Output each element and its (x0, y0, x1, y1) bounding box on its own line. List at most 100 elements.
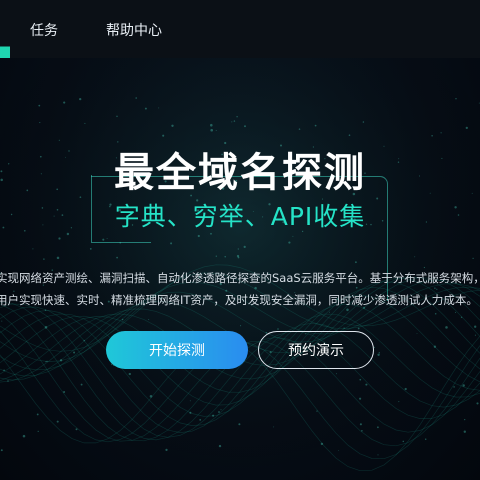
background-particle (378, 352, 380, 354)
background-particle (277, 328, 279, 330)
background-particle (476, 402, 479, 405)
background-particle (472, 257, 474, 260)
hero-subtitle: 字典、穷举、API收集 (114, 202, 366, 231)
background-particle (58, 237, 61, 240)
background-particle (316, 410, 318, 412)
background-particle (189, 400, 191, 402)
background-particle (38, 104, 41, 107)
background-particle (338, 450, 340, 451)
background-particle (424, 438, 427, 441)
background-particle (149, 395, 153, 398)
background-particle (436, 288, 438, 290)
book-demo-button-label: 预约演示 (288, 343, 344, 359)
background-particle (75, 428, 78, 431)
background-particle (39, 122, 41, 124)
background-particle (454, 311, 457, 313)
background-particle (116, 115, 118, 118)
hero-title: 最全域名探测 (114, 150, 366, 196)
background-particle (359, 423, 362, 426)
background-particle (320, 442, 324, 446)
background-particle (45, 361, 47, 363)
background-particle (464, 418, 466, 421)
background-particle (231, 121, 233, 123)
background-particle (7, 380, 9, 382)
background-particle (1, 320, 3, 322)
background-particle (434, 312, 437, 315)
background-particle (36, 413, 39, 416)
background-particle (59, 359, 63, 362)
background-particle (128, 372, 131, 376)
background-particle (434, 287, 436, 289)
background-particle (240, 325, 242, 327)
background-particle (398, 401, 400, 403)
background-particle (440, 132, 442, 134)
background-particle (79, 97, 82, 101)
background-particle (218, 444, 222, 448)
background-particle (359, 378, 362, 381)
background-particle (329, 311, 331, 313)
background-particle (80, 383, 83, 386)
background-particle (121, 318, 124, 321)
background-particle (455, 98, 457, 100)
background-particle (135, 97, 138, 99)
background-particle (84, 122, 86, 124)
background-particle (314, 124, 317, 127)
background-particle (402, 440, 405, 443)
start-detection-button[interactable]: 开始探测 (106, 331, 248, 369)
background-particle (474, 325, 477, 328)
background-particle (453, 386, 455, 388)
background-particle (462, 384, 465, 387)
book-demo-button[interactable]: 预约演示 (258, 331, 374, 369)
background-particle (404, 387, 407, 391)
background-particle (465, 126, 468, 130)
background-particle (212, 414, 215, 417)
background-particle (148, 319, 150, 321)
background-particle (365, 383, 368, 386)
background-particle (56, 256, 60, 260)
background-particle (22, 434, 26, 438)
background-particle (346, 308, 349, 312)
background-particle (189, 411, 192, 414)
background-particle (359, 397, 362, 400)
background-particle (362, 121, 365, 123)
background-particle (463, 430, 466, 433)
nav-active-indicator (0, 0, 10, 58)
background-particle (66, 232, 70, 236)
background-particle (433, 345, 437, 348)
background-particle (298, 128, 301, 130)
background-particle (445, 326, 448, 329)
hero-section (0, 58, 480, 480)
background-particle (220, 409, 222, 411)
background-particle (460, 316, 463, 318)
background-particle (244, 125, 246, 128)
background-particle (32, 248, 34, 250)
background-particle (218, 411, 220, 413)
background-particle (44, 309, 47, 311)
top-nav-bar: 任务 帮助中心 (0, 0, 480, 58)
background-particle (83, 339, 85, 342)
background-particle (3, 369, 5, 372)
background-particle (144, 107, 147, 110)
background-particle (233, 120, 236, 122)
background-particle (0, 449, 3, 452)
background-particle (171, 124, 174, 127)
background-particle (210, 123, 213, 127)
background-particle (414, 256, 416, 258)
background-particle (56, 420, 59, 423)
background-particle (377, 426, 379, 429)
nav-item-help-center[interactable]: 帮助中心 (106, 20, 162, 40)
background-particle (165, 448, 168, 452)
background-particle (416, 333, 418, 335)
background-particle (199, 418, 202, 421)
background-particle (236, 116, 238, 118)
background-particle (357, 327, 360, 330)
background-particle (348, 134, 351, 137)
background-particle (335, 373, 337, 375)
background-particle (63, 101, 66, 104)
background-particle (158, 107, 160, 109)
start-detection-button-label: 开始探测 (149, 343, 205, 359)
background-particle (373, 346, 375, 349)
nav-item-tasks[interactable]: 任务 (30, 20, 58, 40)
background-particle (361, 430, 363, 432)
background-particle (474, 334, 476, 336)
